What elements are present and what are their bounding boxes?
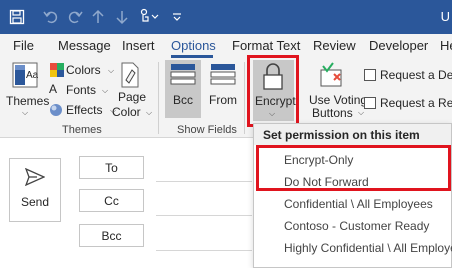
tab-message[interactable]: Message (58, 38, 111, 53)
from-label: From (209, 93, 237, 107)
tab-format-text[interactable]: Format Text (232, 38, 300, 53)
tab-review[interactable]: Review (313, 38, 356, 53)
chevron-down-icon[interactable] (151, 8, 159, 26)
send-label: Send (20, 194, 50, 209)
colors-label: Colors (66, 63, 101, 77)
down-arrow-icon[interactable] (113, 8, 131, 26)
bcc-label: Bcc (173, 93, 194, 107)
page-color-label-line2: Color (112, 105, 141, 119)
bcc-button[interactable]: Bcc (165, 60, 201, 118)
effects-icon (49, 103, 63, 120)
voting-label-line2: Buttons (312, 106, 353, 120)
request-delivery-label: Request a Delive (380, 68, 452, 82)
fonts-label: Fonts (66, 83, 97, 97)
colors-icon (50, 63, 64, 80)
checkbox-icon (364, 69, 376, 81)
voting-icon (318, 62, 346, 91)
encrypt-highlight-box (247, 55, 299, 127)
menu-header: Set permission on this item (254, 124, 451, 145)
save-icon[interactable] (8, 8, 26, 26)
tab-help[interactable]: Help (440, 38, 452, 53)
themes-button[interactable]: Aa Themes ⌵ (6, 60, 49, 117)
group-separator (158, 62, 159, 134)
cc-button[interactable]: Cc (79, 189, 144, 212)
request-read-receipt-checkbox[interactable]: Request a Read (364, 96, 452, 112)
voting-buttons-button[interactable]: Use Voting Buttons ⌵ (304, 60, 367, 122)
cc-label: Cc (104, 193, 119, 208)
show-fields-group-label: Show Fields (177, 124, 237, 136)
encrypt-dropdown-menu: Set permission on this item Encrypt-Only… (253, 123, 452, 268)
ribbon-tabs: File Message Insert Options Format Text … (0, 34, 452, 58)
menu-item-highly-confidential-all-employees[interactable]: Highly Confidential \ All Employees (284, 241, 452, 255)
request-read-label: Request a Read (380, 96, 452, 110)
chevron-down-icon: ⌵ (102, 86, 109, 95)
checkbox-icon (364, 97, 376, 109)
customize-quick-access-icon[interactable] (171, 8, 183, 26)
tab-file[interactable]: File (13, 38, 34, 53)
from-icon (210, 63, 236, 88)
fonts-icon: A (49, 82, 58, 96)
chevron-down-icon: ⌵ (146, 108, 153, 117)
menu-item-confidential-all-employees[interactable]: Confidential \ All Employees (284, 197, 433, 211)
group-separator (244, 62, 245, 134)
themes-group-label: Themes (62, 124, 102, 136)
to-label: To (105, 160, 118, 175)
menu-options-highlight-box (256, 145, 451, 191)
bcc-icon (170, 63, 196, 88)
chevron-down-icon: ⌵ (22, 108, 29, 117)
bcc-field-button[interactable]: Bcc (79, 224, 144, 247)
undo-icon[interactable] (42, 8, 60, 26)
tab-developer[interactable]: Developer (369, 38, 428, 53)
window-title: U (440, 9, 450, 24)
bcc-field[interactable] (156, 250, 252, 251)
send-button[interactable]: Send (9, 158, 61, 222)
to-button[interactable]: To (79, 156, 144, 179)
svg-text:Aa: Aa (26, 70, 38, 81)
title-bar: U (0, 0, 452, 34)
from-button[interactable]: From (206, 60, 240, 118)
page-color-label-line1: Page (118, 90, 147, 104)
themes-label: Themes (6, 94, 50, 108)
cc-field[interactable] (156, 215, 252, 216)
page-color-icon (118, 62, 142, 91)
page-color-button[interactable]: Page Color ⌵ (110, 60, 154, 120)
send-icon (24, 167, 46, 189)
to-field[interactable] (156, 181, 252, 182)
tab-options[interactable]: Options (171, 38, 216, 53)
request-delivery-receipt-checkbox[interactable]: Request a Delive (364, 68, 452, 84)
bcc-field-label: Bcc (101, 228, 122, 243)
effects-label: Effects (66, 103, 103, 117)
voting-label-line1: Use Voting (309, 93, 368, 107)
themes-icon: Aa (12, 62, 39, 91)
tab-insert[interactable]: Insert (122, 38, 155, 53)
redo-icon[interactable] (66, 8, 84, 26)
up-arrow-icon[interactable] (89, 8, 107, 26)
menu-item-contoso-customer-ready[interactable]: Contoso - Customer Ready (284, 219, 429, 233)
